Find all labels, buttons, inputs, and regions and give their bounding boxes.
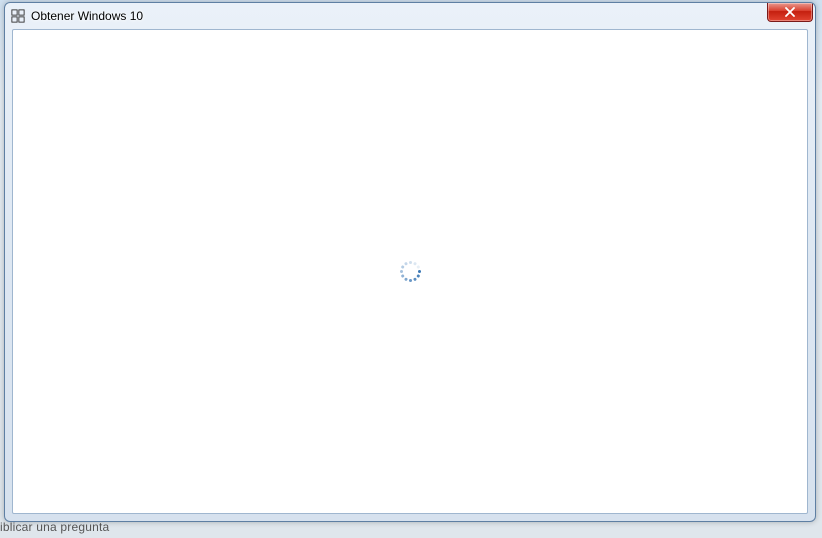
background-partial-text: iblicar una pregunta <box>0 520 109 534</box>
dialog-window: Obtener Windows 10 <box>4 2 816 522</box>
loading-spinner-icon <box>399 261 421 283</box>
window-title: Obtener Windows 10 <box>31 9 809 23</box>
close-button[interactable] <box>767 3 813 22</box>
close-icon <box>784 7 796 17</box>
titlebar[interactable]: Obtener Windows 10 <box>5 3 815 29</box>
content-area <box>12 29 808 514</box>
windows-logo-icon <box>11 9 25 23</box>
